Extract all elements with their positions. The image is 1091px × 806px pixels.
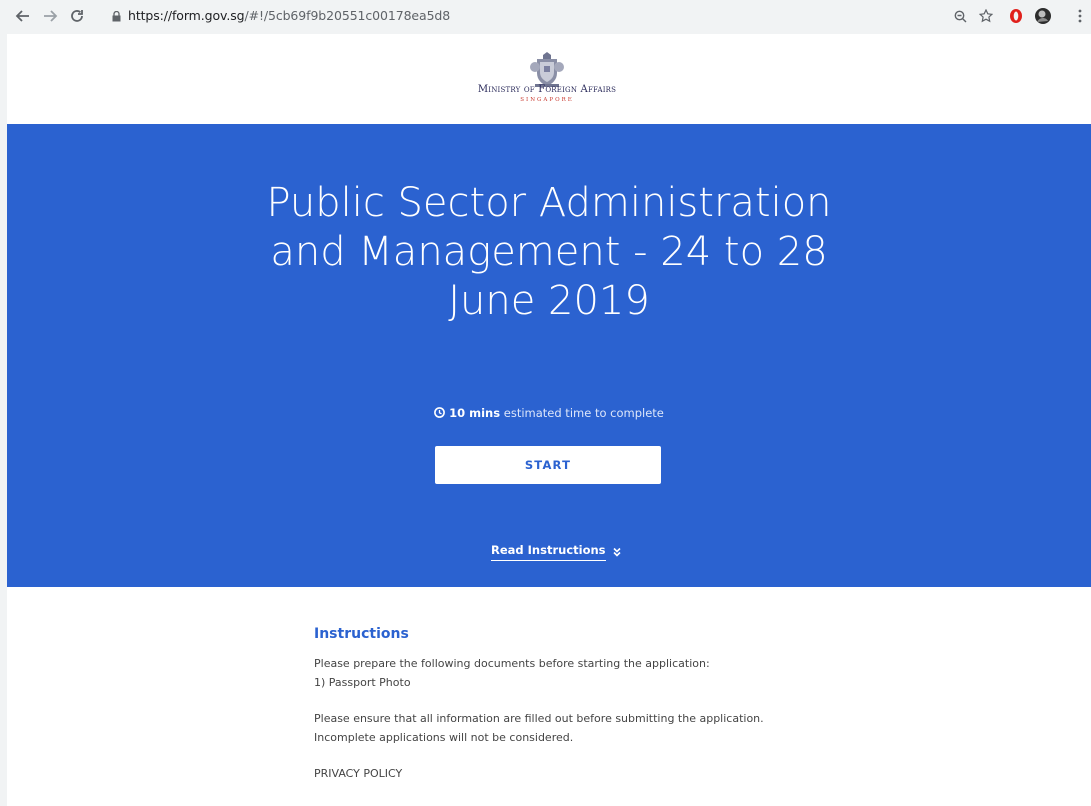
ministry-country: SINGAPORE: [520, 97, 574, 103]
star-icon[interactable]: [976, 6, 996, 26]
eta-text: estimated time to complete: [503, 406, 664, 420]
menu-dots-icon[interactable]: [1070, 6, 1090, 26]
read-instructions-link[interactable]: Read Instructions: [491, 542, 622, 562]
url-text[interactable]: https://form.gov.sg/#!/5cb69f9b20551c001…: [128, 8, 450, 23]
opera-icon[interactable]: [1006, 6, 1026, 26]
url-host: https://form.gov.sg: [128, 8, 245, 23]
form-title: Public Sector Administration and Managem…: [266, 180, 832, 324]
hero-banner: Public Sector Administration and Managem…: [7, 124, 1091, 587]
instructions-body: Please prepare the following documents b…: [314, 655, 874, 784]
instructions-line: Please ensure that all information are f…: [314, 712, 764, 725]
eta-value: 10 mins: [449, 406, 501, 420]
instructions-line: Please prepare the following documents b…: [314, 657, 710, 670]
url-path: /#!/5cb69f9b20551c00178ea5d8: [244, 8, 451, 23]
ministry-name: Ministry of Foreign Affairs: [477, 84, 617, 95]
instructions-line: 1) Passport Photo: [314, 675, 411, 689]
forward-arrow-icon[interactable]: [39, 5, 61, 27]
address-bar[interactable]: https://form.gov.sg/#!/5cb69f9b20551c001…: [96, 3, 936, 30]
reload-icon[interactable]: [66, 5, 88, 27]
double-chevron-down-icon: [612, 547, 621, 557]
site-header: Ministry of Foreign Affairs SINGAPORE: [7, 34, 1091, 124]
back-arrow-icon[interactable]: [12, 5, 34, 27]
privacy-policy-heading: PRIVACY POLICY: [314, 767, 403, 780]
zoom-icon[interactable]: [950, 6, 970, 26]
read-instructions-label: Read Instructions: [491, 543, 606, 561]
lock-icon: [112, 11, 121, 22]
web-page: Ministry of Foreign Affairs SINGAPORE Pu…: [7, 34, 1091, 806]
profile-icon[interactable]: [1033, 6, 1053, 26]
instructions-title: Instructions: [314, 626, 409, 642]
instructions-line: Incomplete applications will not be cons…: [314, 730, 574, 744]
start-button[interactable]: START: [435, 446, 661, 484]
estimated-time: 10 mins estimated time to complete: [7, 406, 1091, 420]
clock-icon: [434, 407, 446, 418]
browser-toolbar: https://form.gov.sg/#!/5cb69f9b20551c001…: [0, 0, 1091, 34]
instructions-section: Instructions Please prepare the followin…: [314, 626, 874, 784]
